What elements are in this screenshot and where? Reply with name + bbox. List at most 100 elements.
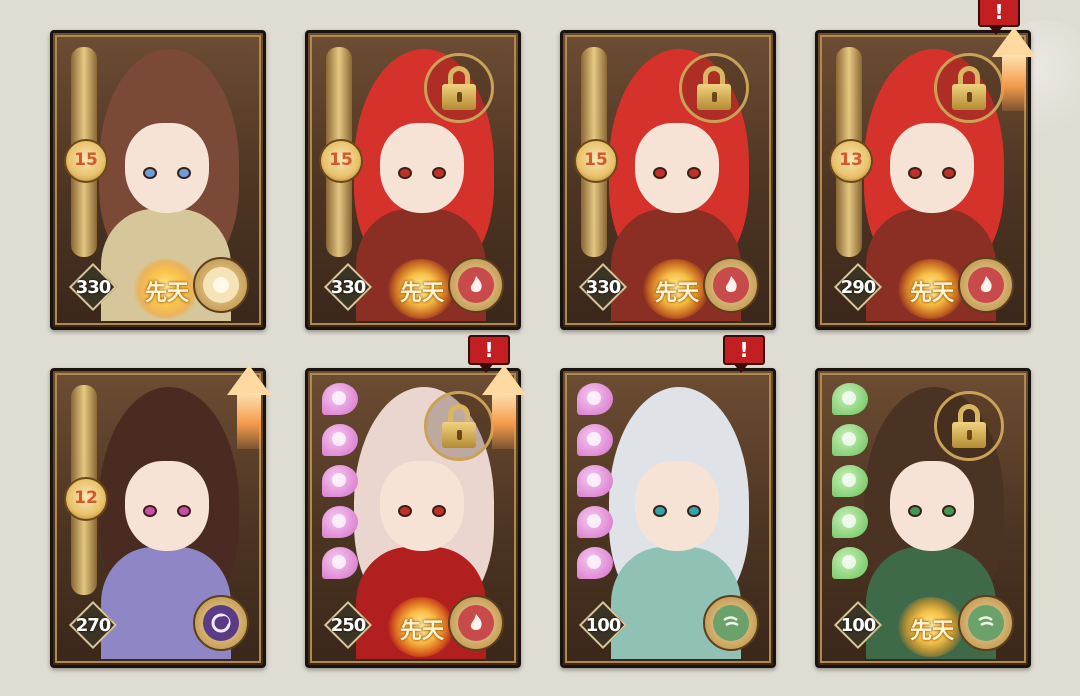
power-diamond: 100 [579,601,627,649]
power-value: 270 [75,615,112,636]
level-badge: 13 [829,139,873,183]
hero-eye-right [177,505,191,517]
hero-face [380,461,464,551]
lock-icon[interactable] [424,53,494,123]
power-diamond: 330 [579,263,627,311]
element-orb [958,257,1014,313]
element-orb [448,595,504,651]
hero-eye-left [908,167,922,179]
hero-eye-right [687,505,701,517]
card-inner: 15 先天 330 [59,39,257,321]
alert-badge[interactable]: ! [468,335,510,373]
power-value: 290 [840,277,877,298]
level-badge: 12 [64,477,108,521]
hero-card[interactable]: 12 270 [50,365,271,668]
star-pearl-column [577,383,617,588]
star-pearl-icon [577,547,613,579]
alert-icon: ! [468,335,510,365]
power-value: 330 [585,277,622,298]
level-badge: 15 [319,139,363,183]
star-pearl-icon [832,506,868,538]
alert-badge[interactable]: ! [723,335,765,373]
lock-keyhole [457,92,462,102]
light-element-icon [203,267,239,303]
star-pearl-icon [832,465,868,497]
star-pearl-icon [322,465,358,497]
hero-card[interactable]: 100! [560,335,776,668]
hero-face [635,461,719,551]
star-pearl-icon [832,383,868,415]
wind-element-icon [713,605,749,641]
hero-eye-left [143,505,157,517]
power-value: 250 [330,615,367,636]
hero-eye-right [432,505,446,517]
power-diamond: 100 [834,601,882,649]
star-pearl-icon [577,465,613,497]
hero-eye-left [653,505,667,517]
hero-eye-right [687,167,701,179]
power-diamond: 330 [324,263,372,311]
alert-icon: ! [723,335,765,365]
hero-face [635,123,719,213]
hero-eye-right [942,167,956,179]
hero-card[interactable]: 13 先天 290! [815,0,1036,330]
hero-eye-right [432,167,446,179]
card-inner: 先天 100 [824,377,1022,659]
lock-keyhole [967,430,972,440]
element-orb [703,595,759,651]
hero-card[interactable]: 15 先天 330 [50,30,266,330]
hero-eye-left [653,167,667,179]
hero-eye-left [398,505,412,517]
element-orb [703,257,759,313]
hero-face [890,461,974,551]
star-pearl-icon [322,506,358,538]
hero-card[interactable]: 15 先天 330 [560,30,776,330]
upgrade-arrow-icon[interactable] [992,27,1036,111]
hero-face [890,123,974,213]
wind-element-icon [968,605,1004,641]
card-inner: 15 先天 330 [314,39,512,321]
star-pearl-column [322,383,362,588]
power-diamond: 290 [834,263,882,311]
star-pearl-icon [577,506,613,538]
power-diamond: 270 [69,601,117,649]
hero-card[interactable]: 先天 250! [305,335,526,668]
star-pearl-icon [322,424,358,456]
upgrade-arrow-icon[interactable] [227,365,271,449]
lock-icon[interactable] [934,391,1004,461]
power-diamond: 330 [69,263,117,311]
hero-eye-left [143,167,157,179]
star-pearl-icon [322,383,358,415]
element-orb [958,595,1014,651]
upgrade-arrow-stem [492,393,516,449]
fire-element-icon [968,267,1004,303]
element-orb [448,257,504,313]
level-badge: 15 [574,139,618,183]
lock-keyhole [967,92,972,102]
dark-element-icon [203,605,239,641]
upgrade-arrow-head [227,365,271,395]
alert-tail [733,363,749,373]
upgrade-arrow-icon[interactable] [482,365,526,449]
hero-card[interactable]: 15 先天 330 [305,30,521,330]
star-pearl-icon [832,424,868,456]
hero-card[interactable]: 先天 100 [815,368,1031,668]
power-value: 100 [840,615,877,636]
power-value: 330 [75,277,112,298]
element-orb [193,257,249,313]
alert-badge[interactable]: ! [978,0,1020,35]
star-pearl-column [832,383,872,588]
lock-keyhole [712,92,717,102]
hero-eye-right [942,505,956,517]
fire-element-icon [458,605,494,641]
power-value: 330 [330,277,367,298]
star-pearl-icon [322,547,358,579]
star-pearl-icon [832,547,868,579]
fire-element-icon [713,267,749,303]
card-inner: 100 [569,377,767,659]
power-diamond: 250 [324,601,372,649]
lock-icon[interactable] [679,53,749,123]
alert-icon: ! [978,0,1020,27]
upgrade-arrow-stem [237,393,261,449]
star-pearl-icon [577,424,613,456]
